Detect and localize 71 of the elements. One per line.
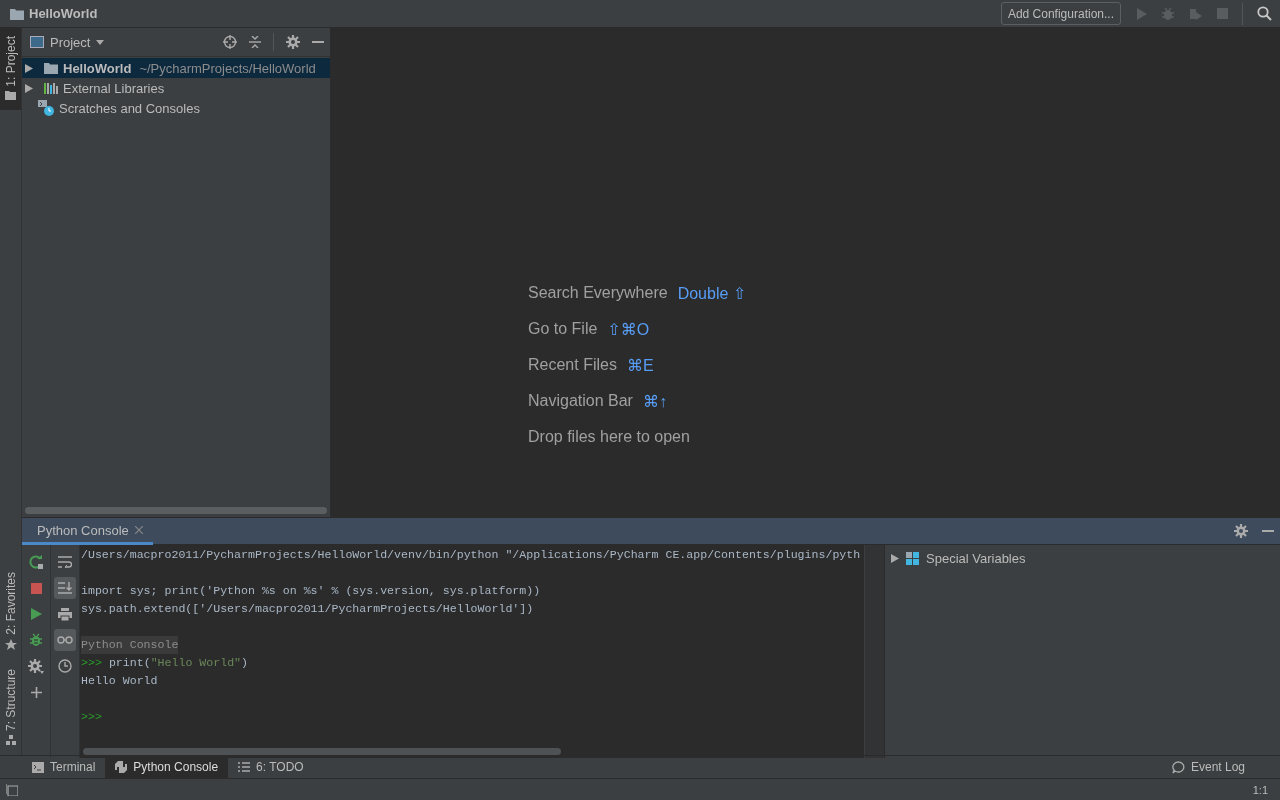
list-icon — [238, 762, 251, 772]
variables-item[interactable]: Special Variables — [885, 548, 1280, 568]
caret-icon — [96, 39, 105, 45]
add-icon[interactable] — [30, 686, 42, 698]
tool-window-tab[interactable]: Terminal — [22, 756, 106, 778]
expand-arrow-icon[interactable] — [25, 83, 33, 93]
folder-icon — [44, 62, 58, 74]
terminal-icon — [32, 761, 44, 773]
settings-icon[interactable] — [1234, 524, 1248, 538]
expand-arrow-icon[interactable] — [891, 553, 899, 563]
console-output: import sys; print('Python %s on %s' % (sys.version, sys.platform)) — [81, 583, 541, 599]
window-icon — [30, 36, 44, 48]
structure-icon — [5, 735, 16, 745]
settings-icon[interactable] — [286, 35, 300, 49]
glasses-icon — [57, 636, 73, 644]
glasses-button[interactable] — [54, 629, 76, 651]
tool-window-button[interactable]: 2: Favorites — [0, 564, 21, 661]
search-icon[interactable] — [1257, 6, 1272, 21]
soft-wrap-icon — [58, 556, 72, 568]
collapse-icon[interactable] — [249, 36, 261, 48]
event-log-button[interactable]: Event Log — [1161, 756, 1255, 778]
bug-icon[interactable] — [29, 633, 43, 647]
speech-bubble-icon — [1171, 760, 1185, 774]
tool-windows-icon[interactable] — [6, 783, 18, 796]
command-text: print("Hello World") — [108, 655, 249, 671]
hint-label: Go to File — [528, 320, 598, 338]
scratch-clock-icon — [38, 100, 54, 116]
tool-window-tab[interactable]: Python Console — [105, 756, 229, 778]
console-prompt: >>> — [81, 709, 102, 725]
shortcut: ⌘E — [626, 355, 654, 375]
python-icon — [115, 761, 128, 773]
stop-icon[interactable] — [30, 582, 42, 594]
folder-icon — [10, 7, 24, 20]
tool-window-button[interactable]: 1: Project — [0, 28, 21, 110]
scroll-down-icon — [58, 582, 72, 594]
shortcut: Double ⇧ — [677, 283, 747, 303]
caret-position[interactable]: 1:1 — [1252, 783, 1268, 796]
hint-label: Search Everywhere — [528, 284, 668, 302]
tree-item[interactable]: HelloWorld ~/PycharmProjects/HelloWorld — [22, 58, 330, 78]
star-icon — [4, 638, 17, 651]
console-banner: Python Console — [81, 636, 179, 654]
tool-window-button[interactable]: 7: Structure — [0, 660, 21, 755]
console-output: /Users/macpro2011/PycharmProjects/HelloWorld/venv/bin/python "/Applications/PyCharm CE.app/Contents/plugins/pyth — [81, 547, 861, 563]
expand-arrow-icon[interactable] — [25, 63, 33, 73]
hint-label: Recent Files — [528, 356, 617, 374]
grid-icon — [906, 551, 919, 565]
close-icon[interactable] — [134, 526, 143, 534]
shortcut: ⇧⌘O — [607, 319, 650, 339]
locate-icon[interactable] — [223, 35, 237, 49]
console-prompt: >>> — [81, 655, 102, 671]
shortcut: ⌘↑ — [642, 391, 667, 411]
library-icon — [44, 82, 58, 94]
window-title: HelloWorld — [29, 6, 98, 21]
run-icon[interactable] — [30, 608, 42, 620]
scroll-to-end-button[interactable] — [54, 577, 76, 599]
view-selector[interactable]: Project — [30, 34, 105, 50]
tree-item[interactable]: External Libraries — [22, 78, 330, 98]
console-output: sys.path.extend(['/Users/macpro2011/PycharmProjects/HelloWorld']) — [81, 601, 534, 617]
add-configuration-button[interactable]: Add Configuration... — [1000, 2, 1121, 25]
settings-icon[interactable] — [28, 658, 44, 674]
scrollbar-thumb[interactable] — [25, 506, 327, 514]
clock-icon — [58, 659, 72, 673]
scrollbar-thumb[interactable] — [83, 747, 561, 755]
hint-label: Drop files here to open — [528, 428, 690, 446]
rerun-icon[interactable] — [29, 555, 43, 569]
tree-item[interactable]: Scratches and Consoles — [22, 98, 330, 118]
hint-label: Navigation Bar — [528, 392, 633, 410]
printer-icon — [58, 607, 72, 621]
folder-icon — [5, 90, 16, 100]
tool-window-tab[interactable]: 6: TODO — [228, 756, 314, 778]
console-output: Hello World — [81, 673, 158, 689]
